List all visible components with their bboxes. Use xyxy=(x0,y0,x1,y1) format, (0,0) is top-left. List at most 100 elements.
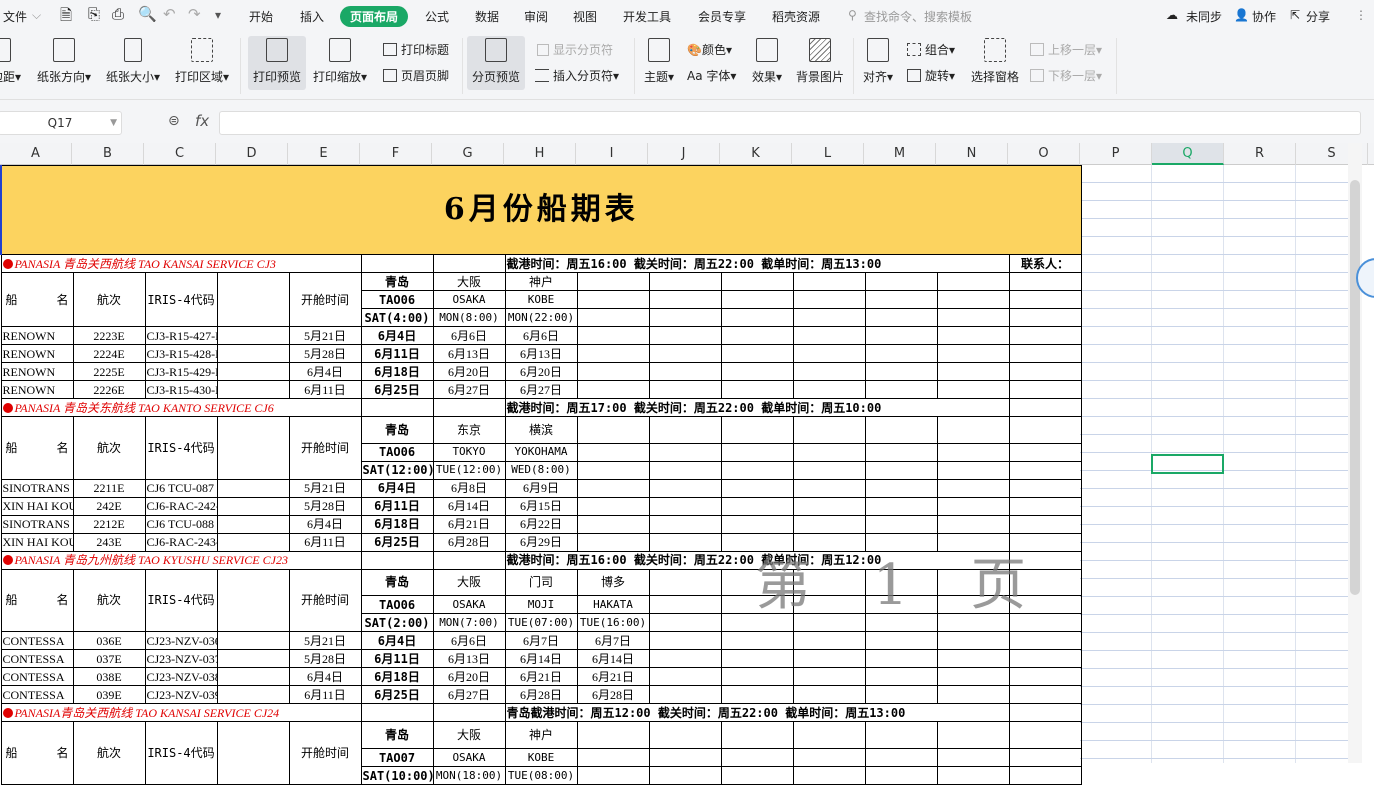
section-title[interactable]: PANASIA 青岛九州航线 TAO KYUSHU SERVICE CJ23 xyxy=(0,550,362,570)
iris-code[interactable]: CJ23-NZV-039-E xyxy=(144,685,218,705)
collab-button[interactable]: 协作 xyxy=(1252,8,1276,25)
cell[interactable] xyxy=(216,631,290,651)
column-header-k[interactable]: K xyxy=(720,143,792,165)
cell[interactable] xyxy=(648,532,722,552)
cell[interactable] xyxy=(720,308,794,327)
voyage[interactable]: 243E xyxy=(72,532,146,552)
header-vessel[interactable]: 船 名 xyxy=(0,272,74,327)
cell[interactable] xyxy=(1008,496,1082,516)
cell[interactable] xyxy=(576,442,650,462)
cell[interactable] xyxy=(864,496,938,516)
port-code[interactable]: TAO07 xyxy=(360,748,434,767)
iris-code[interactable]: CJ6 TCU-088 E xyxy=(144,514,218,534)
cell[interactable] xyxy=(648,478,722,498)
port-date[interactable]: 6月28日 xyxy=(576,685,650,705)
cell[interactable] xyxy=(1008,478,1082,498)
port-code[interactable]: KOBE xyxy=(504,748,578,767)
open-date[interactable]: 5月21日 xyxy=(288,326,362,345)
cell[interactable] xyxy=(720,326,794,345)
contact-label[interactable]: 联系人： xyxy=(1008,254,1082,273)
cell[interactable] xyxy=(936,308,1010,327)
port-code[interactable]: HAKATA xyxy=(576,595,650,615)
selected-cell-q17[interactable] xyxy=(1151,454,1224,474)
cell[interactable] xyxy=(792,514,866,534)
port-date[interactable]: 6月9日 xyxy=(504,478,578,498)
port-time[interactable]: TUE(12:00) xyxy=(432,460,506,480)
cell[interactable] xyxy=(864,748,938,767)
cell[interactable] xyxy=(1008,442,1082,462)
section-title[interactable]: PANASIA 青岛关西航线 TAO KANSAI SERVICE CJ3 xyxy=(0,254,362,273)
column-header-j[interactable]: J xyxy=(648,143,720,165)
cell[interactable] xyxy=(216,496,290,516)
cell[interactable] xyxy=(648,308,722,327)
cell[interactable] xyxy=(648,613,722,633)
port-date[interactable]: 6月27日 xyxy=(432,380,506,399)
column-header-q[interactable]: Q xyxy=(1152,143,1224,165)
cell[interactable] xyxy=(1008,308,1082,327)
port-date[interactable]: 6月15日 xyxy=(504,496,578,516)
margins-button[interactable]: 页边距▾ xyxy=(0,36,28,90)
cell[interactable] xyxy=(576,496,650,516)
sync-status[interactable]: 未同步 xyxy=(1186,8,1222,25)
cell[interactable] xyxy=(216,721,290,785)
cell[interactable] xyxy=(648,667,722,687)
cell[interactable] xyxy=(720,685,794,705)
port-date[interactable]: 6月28日 xyxy=(432,532,506,552)
cell[interactable] xyxy=(936,631,1010,651)
column-header-p[interactable]: P xyxy=(1080,143,1152,165)
cell[interactable] xyxy=(1008,362,1082,381)
cell[interactable] xyxy=(864,667,938,687)
cell[interactable] xyxy=(864,362,938,381)
port-date[interactable]: 6月25日 xyxy=(360,532,434,552)
port-name[interactable]: 青岛 xyxy=(360,272,434,291)
port-time[interactable]: MON(7:00) xyxy=(432,613,506,633)
header-voyage[interactable]: 航次 xyxy=(72,416,146,480)
cell[interactable] xyxy=(792,416,866,444)
port-code[interactable]: MOJI xyxy=(504,595,578,615)
port-name[interactable]: 门司 xyxy=(504,568,578,597)
port-code[interactable]: TAO06 xyxy=(360,290,434,309)
port-date[interactable]: 6月4日 xyxy=(360,326,434,345)
fonts-button[interactable]: Aa 字体▾ xyxy=(687,67,736,84)
bring-forward-button[interactable]: 上移一层▾ xyxy=(1030,41,1102,58)
cell[interactable] xyxy=(720,649,794,669)
column-header-f[interactable]: F xyxy=(360,143,432,165)
cell[interactable] xyxy=(936,748,1010,767)
vessel-name[interactable]: RENOWN xyxy=(0,344,74,363)
column-header-i[interactable]: I xyxy=(576,143,648,165)
cell[interactable] xyxy=(576,460,650,480)
vessel-name[interactable]: CONTESSA xyxy=(0,649,74,669)
colors-button[interactable]: 🎨颜色▾ xyxy=(687,41,732,58)
tab-member[interactable]: 会员专享 xyxy=(698,8,746,25)
open-date[interactable]: 5月28日 xyxy=(288,649,362,669)
cell[interactable] xyxy=(792,272,866,291)
cell[interactable] xyxy=(1008,380,1082,399)
voyage[interactable]: 2224E xyxy=(72,344,146,363)
port-code[interactable]: TOKYO xyxy=(432,442,506,462)
cell[interactable] xyxy=(792,380,866,399)
cell[interactable] xyxy=(648,568,722,597)
tab-developer[interactable]: 开发工具 xyxy=(623,8,671,25)
share-button[interactable]: 分享 xyxy=(1306,8,1330,25)
cell[interactable] xyxy=(360,703,434,723)
cell[interactable] xyxy=(720,766,794,785)
iris-code[interactable]: CJ23-NZV-036-E xyxy=(144,631,218,651)
cell[interactable] xyxy=(576,308,650,327)
column-header-n[interactable]: N xyxy=(936,143,1008,165)
customize-icon[interactable]: ▾ xyxy=(215,8,221,22)
cell[interactable] xyxy=(720,344,794,363)
cell[interactable] xyxy=(864,649,938,669)
cell[interactable] xyxy=(648,631,722,651)
fx-icon[interactable]: fx xyxy=(195,112,209,130)
column-header-e[interactable]: E xyxy=(288,143,360,165)
tab-home[interactable]: 开始 xyxy=(249,8,273,25)
header-vessel[interactable]: 船 名 xyxy=(0,568,74,633)
cell[interactable] xyxy=(936,667,1010,687)
port-time[interactable]: MON(22:00) xyxy=(504,308,578,327)
rotate-button[interactable]: 旋转▾ xyxy=(907,67,955,84)
port-code[interactable]: OSAKA xyxy=(432,290,506,309)
open-date[interactable]: 6月11日 xyxy=(288,685,362,705)
cell[interactable] xyxy=(432,550,506,570)
port-date[interactable]: 6月25日 xyxy=(360,685,434,705)
cutoff-times[interactable]: 青岛截港时间：周五12:00 截关时间：周五22:00 截单时间：周五13:00 xyxy=(504,703,1010,723)
